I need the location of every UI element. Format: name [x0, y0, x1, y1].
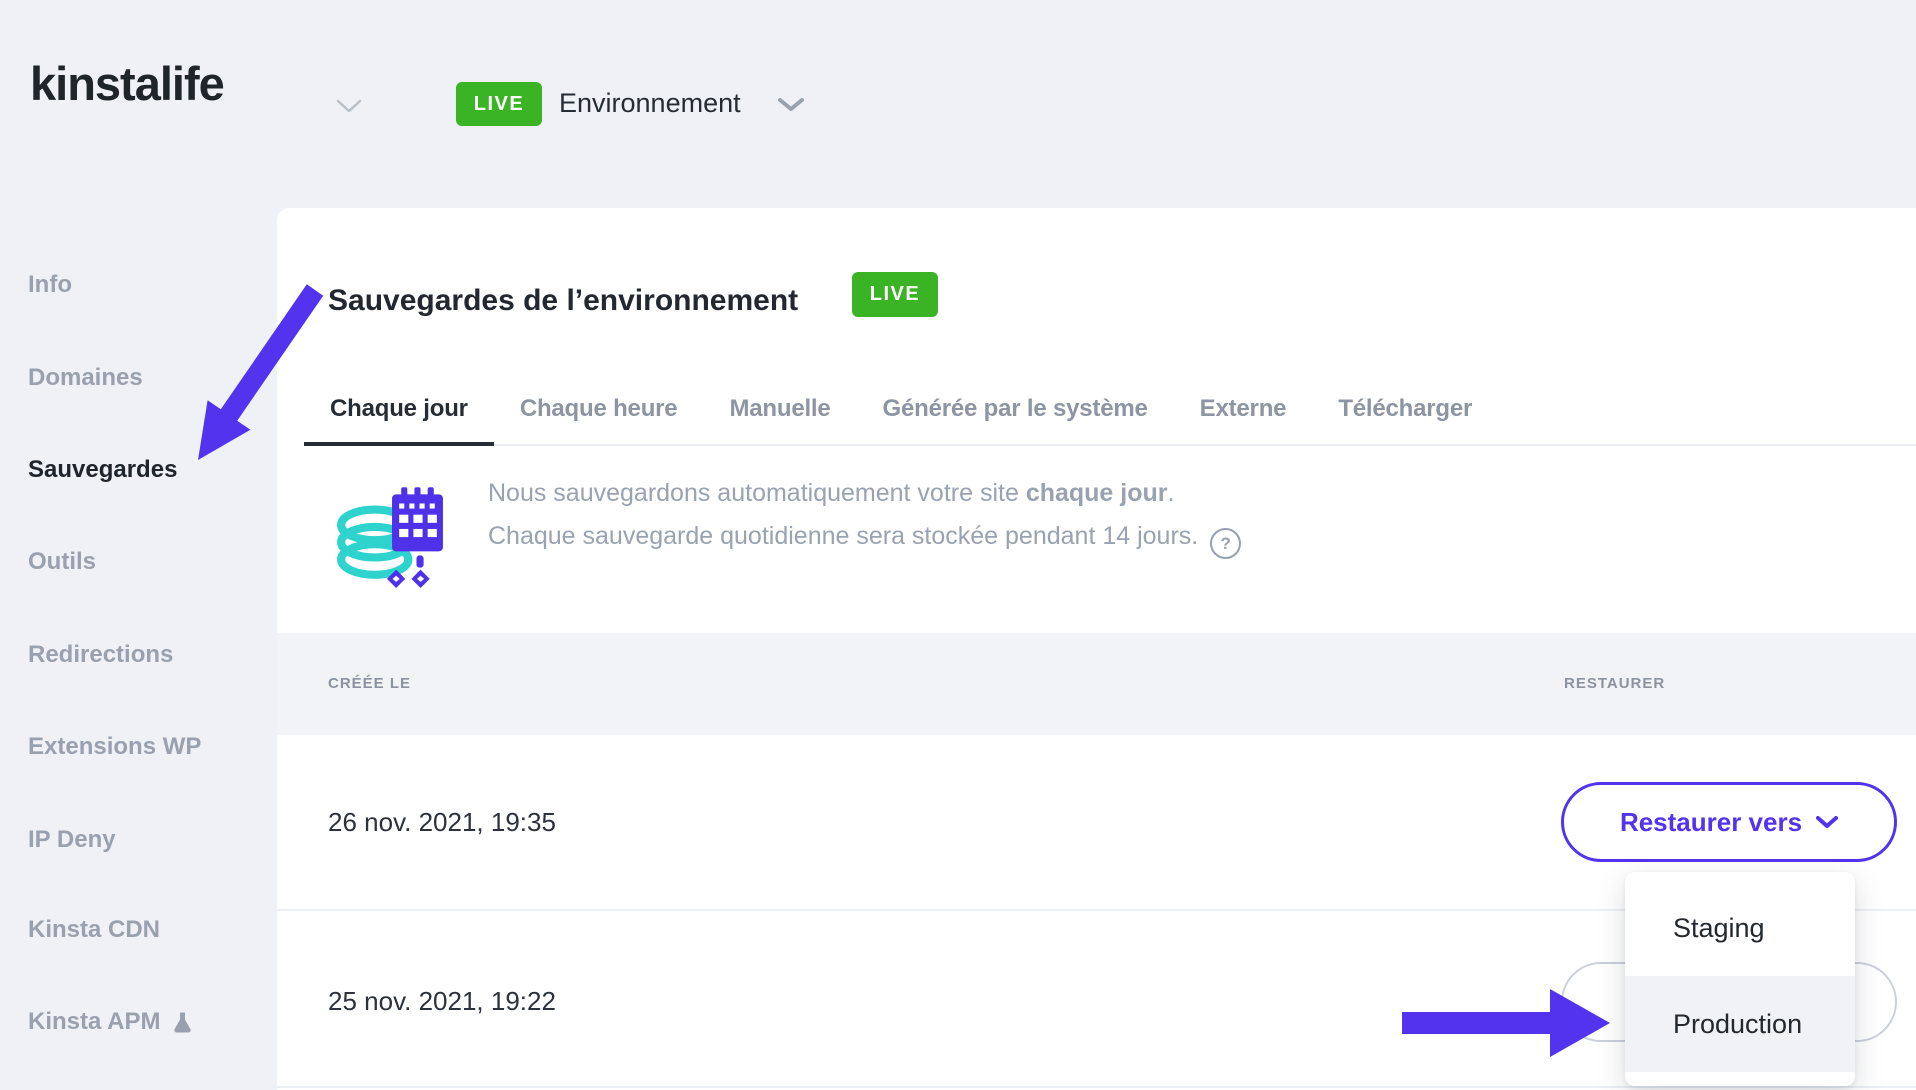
site-name[interactable]: kinstalife — [30, 56, 224, 111]
backups-panel: Sauvegardes de l’environnement LIVE Chaq… — [277, 208, 1916, 1090]
backup-info-line2: Chaque sauvegarde quotidienne sera stock… — [488, 515, 1241, 559]
backup-info-line1: Nous sauvegardons automatiquement votre … — [488, 472, 1241, 515]
sidebar-item-label: Outils — [28, 548, 96, 576]
backup-type-tabs: Chaque jour Chaque heure Manuelle Généré… — [304, 372, 1498, 446]
menu-item-production[interactable]: Production — [1625, 976, 1855, 1072]
info-line1-bold: chaque jour — [1026, 479, 1168, 507]
sidebar-item-sauvegardes[interactable]: Sauvegardes — [28, 455, 177, 485]
environment-live-badge: LIVE — [456, 82, 542, 126]
tab-externe[interactable]: Externe — [1174, 372, 1313, 446]
sidebar-item-ip-deny[interactable]: IP Deny — [28, 825, 116, 855]
sidebar-item-redirections[interactable]: Redirections — [28, 640, 173, 670]
sidebar-item-info[interactable]: Info — [28, 270, 72, 300]
annotation-arrow-sauvegardes — [180, 270, 340, 470]
restore-target-menu: Staging Production — [1625, 872, 1855, 1086]
sidebar-item-label: Info — [28, 271, 72, 299]
info-line1-period: . — [1168, 479, 1175, 507]
annotation-arrow-production — [1400, 985, 1612, 1061]
help-icon[interactable]: ? — [1210, 528, 1241, 559]
info-line2-text: Chaque sauvegarde quotidienne sera stock… — [488, 522, 1198, 550]
row-divider — [277, 1086, 1916, 1088]
tab-manuelle[interactable]: Manuelle — [703, 372, 856, 446]
column-header-restore: RESTAURER — [1564, 675, 1665, 692]
kinsta-dashboard: kinstalife LIVE Environnement Info Domai… — [0, 0, 1916, 1090]
page-title: Sauvegardes de l’environnement — [328, 284, 798, 318]
flask-icon — [172, 1011, 193, 1034]
tab-chaque-heure[interactable]: Chaque heure — [494, 372, 704, 446]
sidebar-item-label: Sauvegardes — [28, 456, 177, 484]
backup-date-row2: 25 nov. 2021, 19:22 — [328, 986, 556, 1017]
sidebar-item-extensions-wp[interactable]: Extensions WP — [28, 732, 201, 762]
column-header-created: CRÉÉE LE — [328, 675, 411, 692]
environment-selector-label[interactable]: Environnement — [559, 88, 741, 119]
site-selector-chevron-icon[interactable] — [336, 98, 362, 114]
backup-info-text: Nous sauvegardons automatiquement votre … — [488, 472, 1241, 559]
restore-vers-button-row1[interactable]: Restaurer vers — [1561, 782, 1897, 862]
restore-vers-label: Restaurer vers — [1620, 807, 1802, 838]
sidebar-item-label: Redirections — [28, 641, 173, 669]
environment-selector-chevron-icon[interactable] — [778, 97, 804, 113]
backup-database-calendar-icon — [334, 476, 446, 588]
menu-item-staging[interactable]: Staging — [1625, 880, 1855, 976]
sidebar-item-domaines[interactable]: Domaines — [28, 363, 143, 393]
tab-generee-par-le-systeme[interactable]: Générée par le système — [857, 372, 1174, 446]
sidebar-item-label: Extensions WP — [28, 733, 201, 761]
chevron-down-icon — [1816, 816, 1838, 829]
sidebar-item-label: Domaines — [28, 364, 143, 392]
info-line1-text: Nous sauvegardons automatiquement votre … — [488, 479, 1026, 507]
sidebar-item-label: Kinsta CDN — [28, 916, 160, 944]
sidebar-item-kinsta-cdn[interactable]: Kinsta CDN — [28, 915, 160, 945]
sidebar-item-outils[interactable]: Outils — [28, 547, 96, 577]
sidebar-item-label: IP Deny — [28, 826, 116, 854]
table-header-row: CRÉÉE LE RESTAURER — [277, 633, 1916, 735]
backup-date-row1: 26 nov. 2021, 19:35 — [328, 807, 556, 838]
sidebar-item-label: Kinsta APM — [28, 1008, 160, 1036]
panel-live-badge: LIVE — [852, 272, 938, 317]
tab-telecharger[interactable]: Télécharger — [1312, 372, 1498, 446]
sidebar-item-kinsta-apm[interactable]: Kinsta APM — [28, 1007, 193, 1037]
